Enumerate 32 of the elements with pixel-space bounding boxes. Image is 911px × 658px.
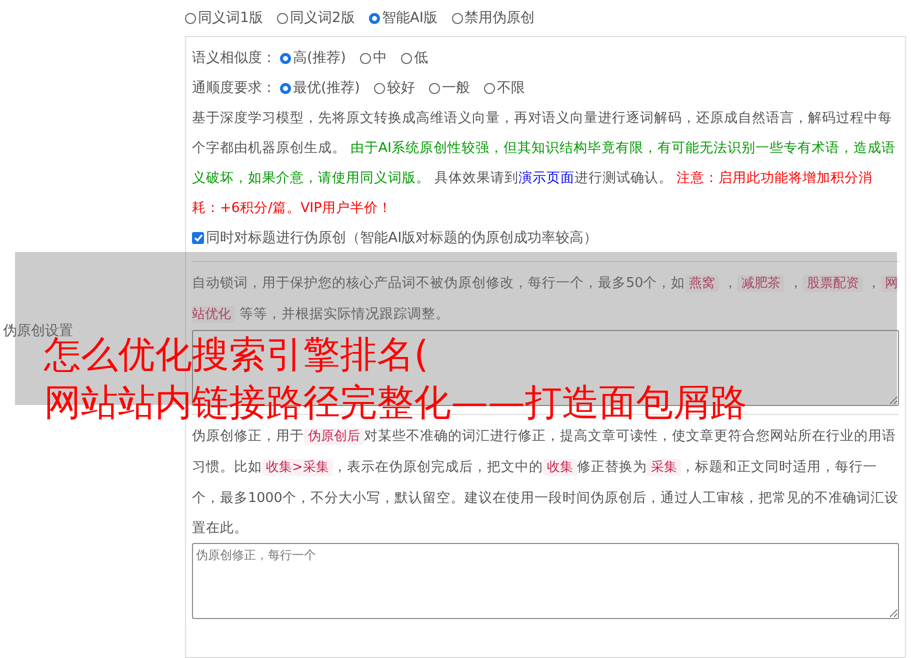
lock-words-text: 自动锁词，用于保护您的核心产品词不被伪原创修改，每行一个，最多50个，如 燕窝 ， 减肥茶 ， 股票配资 ， 网站优化 等等，并根据实际情况跟踪调整。 (192, 274, 899, 325)
radio-option[interactable]: 低 (400, 49, 428, 67)
radio-option[interactable]: 不限 (484, 79, 525, 97)
radio-icon[interactable] (276, 12, 288, 24)
overlay-title: 网站站内链接路径完整化——打造面包屑路 (44, 381, 747, 425)
radio-option[interactable]: 智能AI版 (368, 9, 438, 27)
radio-icon[interactable] (185, 12, 196, 24)
radio-option[interactable]: 一般 (428, 79, 470, 97)
radio-icon[interactable] (484, 82, 495, 94)
radio-option[interactable]: 同义词1版 (185, 9, 263, 27)
field-label: 语义相似度： (192, 49, 276, 67)
radio-icon[interactable] (452, 12, 463, 24)
radio-icon[interactable] (428, 82, 440, 94)
correction-text: 伪原创修正，用于 伪原创后 对某些不准确的词汇进行修正，提高文章可读性，使文章更符合您网站所在行业的用语习惯。比如 收集>采集 ，表示在伪原创完成后，把文中的 收集 修正替换为 采集 ，标题和正文同时适用，每行一个，最多1000个，不分大小写，默认留空。建议在使用一段时间伪原创后，通过人工审核，把常见的不准确词汇设置在此。 (192, 427, 899, 538)
radio-option[interactable]: 中 (360, 49, 387, 67)
radio-icon[interactable] (280, 82, 291, 94)
field-label: 通顺度要求： (192, 79, 276, 97)
checkbox[interactable] (192, 232, 204, 244)
radio-option[interactable]: 最优(推荐) (280, 79, 360, 97)
checkbox-option[interactable]: 同时对标题进行伪原创（智能AI版对标题的伪原创成功率较高） (192, 229, 598, 247)
radio-option[interactable]: 较好 (374, 79, 415, 97)
radio-icon[interactable] (374, 82, 385, 94)
radio-icon[interactable] (400, 52, 412, 64)
demo-page-link[interactable]: 演示页面 (518, 170, 574, 186)
radio-icon[interactable] (360, 52, 371, 64)
correction-field[interactable]: 伪原创修正，每行一个 (192, 543, 899, 619)
radio-option[interactable]: 禁用伪原创 (452, 9, 535, 27)
radio-icon[interactable] (368, 12, 380, 24)
radio-option[interactable]: 高(推荐) (280, 49, 346, 67)
description-text: 基于深度学习模型，先将原文转换成高维语义向量，再对语义向量进行逐词解码，还原成自然语言，解码过程中每个字都由机器原创生成。 由于AI系统原创性较强，但其知识结构毕竟有限，有可能无法识别一些专有术语，造成语义破坏，如果介意，请使用同义词版。 具体效果请到演示页面进行测试确认。 注意：启用此功能将增加积分消耗：+6积分/篇。VIP用户半价！ (192, 109, 897, 218)
radio-icon[interactable] (280, 52, 291, 64)
radio-option[interactable]: 同义词2版 (276, 9, 355, 27)
